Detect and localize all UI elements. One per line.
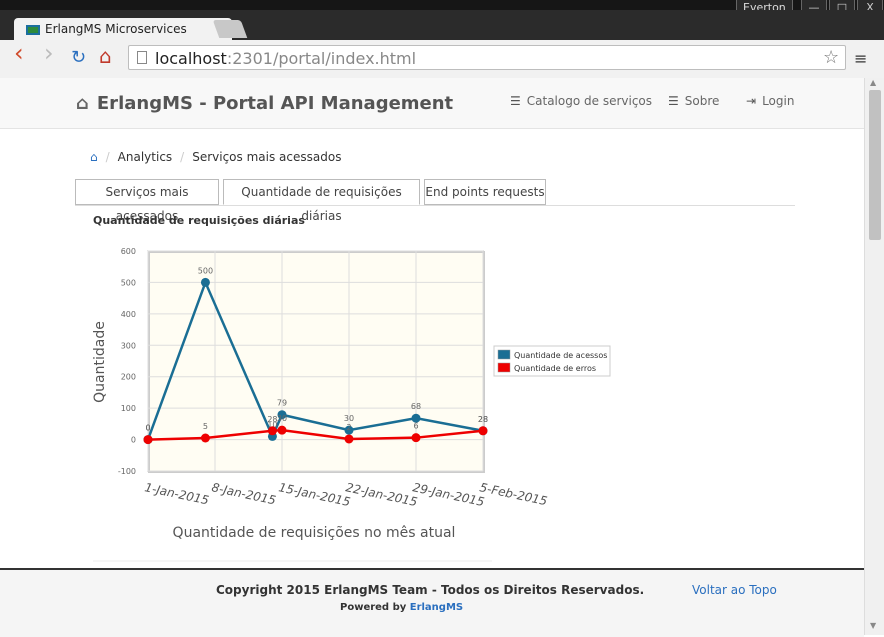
powered-by: Powered by ErlangMS (340, 602, 463, 613)
y-tick-label: 500 (121, 278, 136, 287)
legend-label: Quantidade de acessos (514, 351, 607, 360)
powered-prefix: Powered by (340, 602, 407, 613)
data-label: 500 (198, 266, 213, 275)
data-point (267, 426, 277, 436)
y-tick-label: 600 (121, 247, 136, 256)
erlangms-link[interactable]: ErlangMS (410, 602, 463, 613)
y-tick-label: 0 (131, 436, 136, 445)
data-point (200, 433, 210, 443)
copyright-text: Copyright 2015 ErlangMS Team - Todos os … (216, 583, 645, 597)
x-tick-label: 29-Jan-2015 (411, 480, 485, 509)
data-point (411, 433, 421, 443)
data-point (200, 277, 210, 287)
data-label: 28 (478, 415, 488, 424)
x-tick-label: 1-Jan-2015 (143, 480, 210, 507)
line-chart: 6005004003002001000-1001-Jan-2015 8-Jan-2… (92, 247, 611, 562)
data-point (143, 435, 153, 445)
legend-label: Quantidade de erros (514, 364, 596, 373)
data-point (478, 426, 488, 436)
legend-swatch (497, 362, 511, 373)
legend-swatch (497, 349, 511, 360)
y-tick-label: 400 (121, 310, 136, 319)
y-tick-label: -100 (118, 467, 136, 476)
data-label: 79 (277, 399, 287, 408)
x-axis-title: Quantidade de requisições no mês atual (173, 525, 456, 541)
y-tick-label: 200 (121, 373, 136, 382)
x-tick-label: 15-Jan-2015 (277, 480, 351, 509)
y-axis-title: Quantidade (92, 321, 108, 403)
x-tick-label: 8-Jan-2015 (210, 480, 277, 507)
data-label: 68 (411, 402, 421, 411)
data-label: 2 (346, 423, 351, 432)
x-tick-label: 22-Jan-2015 (344, 480, 418, 509)
y-tick-label: 300 (121, 341, 136, 350)
data-label: 30 (344, 414, 354, 423)
y-tick-label: 100 (121, 404, 136, 413)
back-to-top-link[interactable]: Voltar ao Topo (692, 583, 777, 597)
data-point (344, 434, 354, 444)
scroll-down-icon[interactable]: ▼ (870, 621, 876, 630)
footer: Copyright 2015 ErlangMS Team - Todos os … (0, 568, 864, 637)
x-tick-label: 5-Feb-2015 (478, 480, 548, 508)
data-label: 6 (413, 422, 418, 431)
data-label: 5 (203, 422, 208, 431)
data-point (277, 425, 287, 435)
data-label: 30 (277, 414, 287, 423)
data-label: 0 (145, 424, 150, 433)
